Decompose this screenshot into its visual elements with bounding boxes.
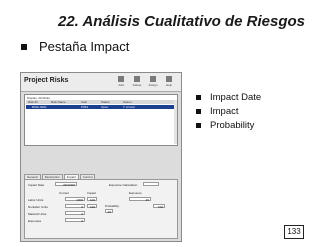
column-header[interactable]: Risk ID bbox=[28, 100, 38, 104]
column-header[interactable]: Calc bbox=[81, 100, 87, 104]
table-header: Risk ID Risk Name Calc Status Owner bbox=[26, 100, 176, 104]
list-item: Impact bbox=[196, 104, 261, 118]
table-cell: T. Arnold bbox=[123, 105, 135, 109]
main-bullet: Pestaña Impact bbox=[21, 39, 129, 54]
row-label: Material Units bbox=[28, 212, 47, 216]
table-cell: P0S1 bbox=[81, 105, 89, 109]
window-title: Project Risks bbox=[24, 77, 69, 84]
table-row[interactable]: RISK-0001 P0S1 Open T. Arnold bbox=[26, 105, 176, 109]
probability-label: Probability bbox=[105, 204, 120, 208]
impact-date-field[interactable]: 09/10/00 bbox=[55, 182, 77, 187]
column-header[interactable]: Risk Name bbox=[51, 100, 66, 104]
column-header[interactable]: Status bbox=[101, 100, 110, 104]
square-bullet-icon bbox=[196, 108, 201, 114]
exposure-calculation-select[interactable] bbox=[143, 182, 159, 186]
square-bullet-icon bbox=[196, 122, 201, 128]
probability-field[interactable]: 20 bbox=[105, 209, 113, 214]
row-label: Labor Units bbox=[28, 198, 44, 202]
current-field[interactable]: 0 bbox=[65, 211, 85, 216]
sub-bullet-list: Impact Date Impact Probability bbox=[196, 90, 261, 132]
table-cell: Open bbox=[101, 105, 109, 109]
square-bullet-icon bbox=[196, 94, 201, 100]
toolbar-add-button[interactable]: Add bbox=[115, 76, 127, 87]
column-header[interactable]: Owner bbox=[123, 100, 132, 104]
vertical-scrollbar[interactable] bbox=[174, 100, 177, 144]
main-bullet-text: Pestaña Impact bbox=[39, 39, 130, 54]
page-number: 133 bbox=[284, 225, 304, 239]
add-icon bbox=[118, 76, 124, 82]
slide-title: 22. Análisis Cualitativo de Riesgos bbox=[58, 13, 306, 30]
row-label: Nonlabor Units bbox=[28, 205, 48, 209]
impact-date-label: Impact Date bbox=[28, 183, 45, 187]
row-label: Expenses bbox=[28, 219, 42, 223]
assign-icon bbox=[150, 76, 156, 82]
window-header: Project Risks Add Delete Assign Help bbox=[21, 73, 181, 92]
square-bullet-icon bbox=[21, 43, 27, 50]
help-icon bbox=[166, 76, 172, 82]
exposure-calculation-label: Exposure Calculation bbox=[109, 183, 138, 187]
table-cell: RISK-0001 bbox=[32, 105, 47, 109]
toolbar-assign-button[interactable]: Assign bbox=[147, 76, 159, 87]
impact-field[interactable]: 100 bbox=[87, 197, 97, 202]
exposure-column-label: Exposure bbox=[129, 191, 142, 195]
list-item: Impact Date bbox=[196, 90, 261, 104]
current-field[interactable]: 1000 bbox=[65, 197, 85, 202]
delete-icon bbox=[134, 76, 140, 82]
current-field[interactable]: 0 bbox=[65, 204, 85, 209]
current-field[interactable]: 0 bbox=[65, 218, 85, 223]
risk-table: Display: All Risks Risk ID Risk Name Cal… bbox=[24, 94, 178, 146]
exposure-impact-field[interactable]: 100 bbox=[153, 204, 165, 209]
list-item: Probability bbox=[196, 118, 261, 132]
toolbar-delete-button[interactable]: Delete bbox=[131, 76, 143, 87]
toolbar-help-button[interactable]: Help bbox=[163, 76, 175, 87]
impact-field[interactable]: 100 bbox=[87, 204, 97, 209]
current-column-label: Current bbox=[59, 191, 70, 195]
project-risks-screenshot: Project Risks Add Delete Assign Help Dis… bbox=[20, 72, 182, 242]
impact-column-label: Impact bbox=[87, 191, 97, 195]
impact-panel: Impact Date 09/10/00 Exposure Calculatio… bbox=[24, 179, 178, 239]
exposure-field[interactable]: 20 bbox=[129, 197, 151, 202]
